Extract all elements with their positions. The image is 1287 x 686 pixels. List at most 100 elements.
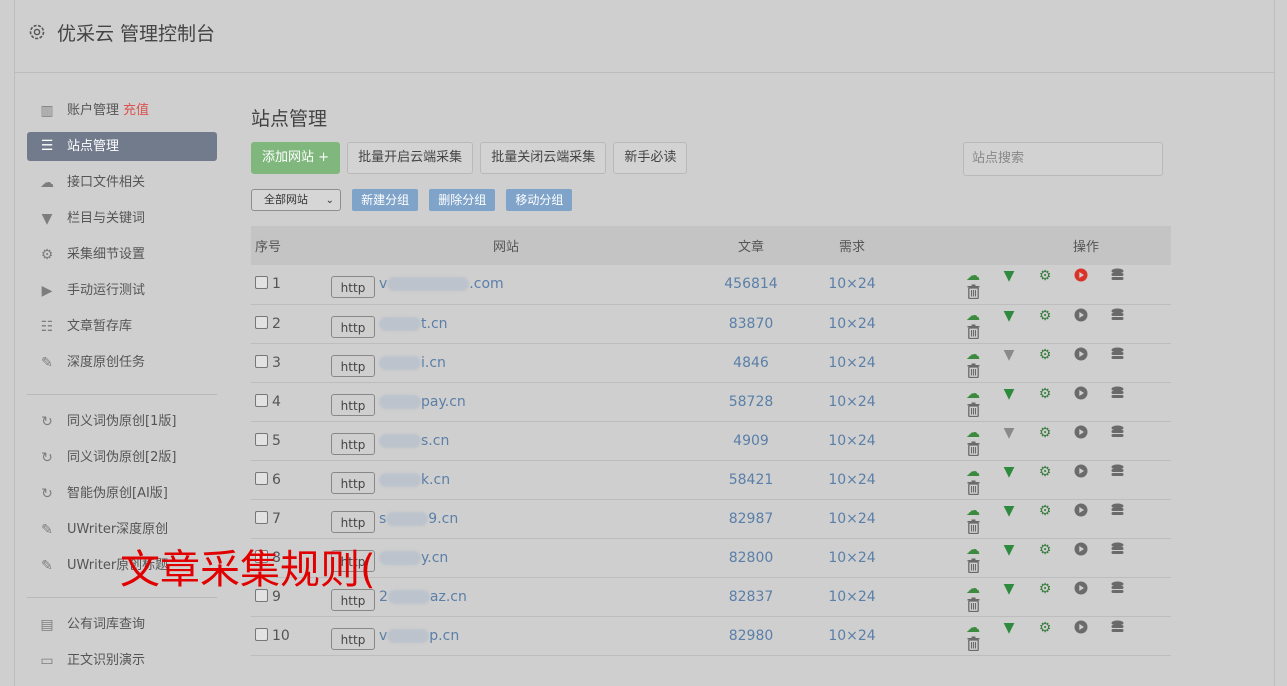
batch-close-cloud-button[interactable]: 批量关闭云端采集 (480, 142, 607, 174)
database-icon[interactable] (1109, 581, 1125, 597)
article-count[interactable]: 83870 (701, 304, 801, 343)
protocol-badge[interactable]: http (331, 393, 375, 416)
demand-value[interactable]: 10×24 (801, 304, 903, 343)
database-icon[interactable] (1109, 347, 1125, 363)
site-link[interactable]: v p.cn (379, 628, 459, 644)
database-icon[interactable] (1109, 503, 1125, 519)
demand-value[interactable]: 10×24 (801, 265, 903, 304)
play-circle-icon[interactable] (1073, 542, 1089, 558)
filter-icon[interactable]: ▼ (1001, 386, 1017, 402)
sidebar-item[interactable]: ▤ 公有词库查询 (27, 610, 217, 646)
cloud-upload-icon[interactable]: ☁ (965, 464, 981, 480)
cloud-upload-icon[interactable]: ☁ (965, 503, 981, 519)
protocol-badge[interactable]: http (331, 276, 375, 299)
site-link[interactable]: t.cn (379, 316, 448, 332)
cloud-upload-icon[interactable]: ☁ (965, 308, 981, 324)
gears-icon[interactable]: ⚙ (1037, 308, 1053, 324)
database-icon[interactable] (1109, 620, 1125, 636)
article-count[interactable]: 82837 (701, 577, 801, 616)
move-group-button[interactable]: 移动分组 (506, 189, 573, 211)
delete-group-button[interactable]: 删除分组 (429, 189, 496, 211)
trash-icon[interactable] (965, 284, 981, 300)
protocol-badge[interactable]: http (331, 315, 375, 338)
filter-icon[interactable]: ▼ (1001, 464, 1017, 480)
row-checkbox[interactable] (255, 354, 268, 368)
gears-icon[interactable]: ⚙ (1037, 581, 1053, 597)
article-count[interactable]: 58728 (701, 382, 801, 421)
cloud-upload-icon[interactable]: ☁ (965, 542, 981, 558)
row-checkbox[interactable] (255, 627, 268, 641)
filter-icon[interactable]: ▼ (1001, 620, 1017, 636)
filter-icon[interactable]: ▼ (1001, 581, 1017, 597)
gears-icon[interactable]: ⚙ (1037, 464, 1053, 480)
sidebar-item[interactable]: ☁ 接口文件相关 (27, 168, 217, 204)
article-count[interactable]: 82800 (701, 538, 801, 577)
sidebar-item[interactable]: ▭ 正文识别演示 (27, 646, 217, 682)
trash-icon[interactable] (965, 441, 981, 457)
article-count[interactable]: 58421 (701, 460, 801, 499)
gears-icon[interactable]: ⚙ (1037, 386, 1053, 402)
site-link[interactable]: k.cn (379, 472, 450, 488)
article-count[interactable]: 4909 (701, 421, 801, 460)
sidebar-item[interactable]: ✎ 深度原创任务 (27, 348, 217, 384)
sidebar-item[interactable]: ▼ 栏目与关键词 (27, 204, 217, 240)
database-icon[interactable] (1109, 308, 1125, 324)
play-circle-icon[interactable] (1073, 386, 1089, 402)
newbie-guide-button[interactable]: 新手必读 (613, 142, 688, 174)
filter-icon[interactable]: ▼ (1001, 268, 1017, 284)
database-icon[interactable] (1109, 386, 1125, 402)
site-link[interactable]: 2 az.cn (379, 589, 467, 605)
protocol-badge[interactable]: http (331, 627, 375, 650)
trash-icon[interactable] (965, 597, 981, 613)
demand-value[interactable]: 10×24 (801, 421, 903, 460)
cloud-upload-icon[interactable]: ☁ (965, 347, 981, 363)
filter-icon[interactable]: ▼ (1001, 347, 1017, 363)
sidebar-item[interactable]: ▥ 账户管理 充值 (27, 96, 217, 132)
cloud-upload-icon[interactable]: ☁ (965, 425, 981, 441)
cloud-upload-icon[interactable]: ☁ (965, 268, 981, 284)
site-link[interactable]: s 9.cn (379, 511, 458, 527)
sidebar-item[interactable]: ☰ 站点管理 (27, 132, 217, 161)
cloud-upload-icon[interactable]: ☁ (965, 581, 981, 597)
row-checkbox[interactable] (255, 432, 268, 446)
gears-icon[interactable]: ⚙ (1037, 503, 1053, 519)
gears-icon[interactable]: ⚙ (1037, 347, 1053, 363)
play-circle-icon[interactable] (1073, 347, 1089, 363)
sidebar-item[interactable]: ▶ 手动运行测试 (27, 276, 217, 312)
gears-icon[interactable]: ⚙ (1037, 542, 1053, 558)
sidebar-item[interactable]: ↻ 同义词伪原创[1版] (27, 407, 217, 443)
filter-icon[interactable]: ▼ (1001, 425, 1017, 441)
article-count[interactable]: 82987 (701, 499, 801, 538)
play-circle-icon[interactable] (1073, 503, 1089, 519)
demand-value[interactable]: 10×24 (801, 499, 903, 538)
protocol-badge[interactable]: http (331, 432, 375, 455)
database-icon[interactable] (1109, 542, 1125, 558)
trash-icon[interactable] (965, 324, 981, 340)
site-search-input[interactable]: 站点搜索 (963, 142, 1163, 176)
play-circle-icon[interactable] (1073, 620, 1089, 636)
sidebar-item[interactable]: ⚙ 采集细节设置 (27, 240, 217, 276)
sidebar-item[interactable]: ↻ 同义词伪原创[2版] (27, 443, 217, 479)
demand-value[interactable]: 10×24 (801, 577, 903, 616)
play-circle-icon[interactable] (1073, 425, 1089, 441)
site-link[interactable]: y.cn (379, 550, 448, 566)
play-circle-icon[interactable] (1073, 268, 1089, 284)
filter-icon[interactable]: ▼ (1001, 308, 1017, 324)
database-icon[interactable] (1109, 268, 1125, 284)
site-link[interactable]: v .com (379, 276, 504, 292)
demand-value[interactable]: 10×24 (801, 382, 903, 421)
row-checkbox[interactable] (255, 510, 268, 524)
filter-icon[interactable]: ▼ (1001, 503, 1017, 519)
article-count[interactable]: 4846 (701, 343, 801, 382)
play-circle-icon[interactable] (1073, 581, 1089, 597)
row-checkbox[interactable] (255, 315, 268, 329)
sidebar-item[interactable]: ↻ 智能伪原创[AI版] (27, 479, 217, 515)
trash-icon[interactable] (965, 519, 981, 535)
recharge-link[interactable]: 充值 (123, 103, 149, 118)
database-icon[interactable] (1109, 464, 1125, 480)
article-count[interactable]: 456814 (701, 265, 801, 304)
play-circle-icon[interactable] (1073, 308, 1089, 324)
filter-icon[interactable]: ▼ (1001, 542, 1017, 558)
site-link[interactable]: pay.cn (379, 394, 466, 410)
gears-icon[interactable]: ⚙ (1037, 425, 1053, 441)
